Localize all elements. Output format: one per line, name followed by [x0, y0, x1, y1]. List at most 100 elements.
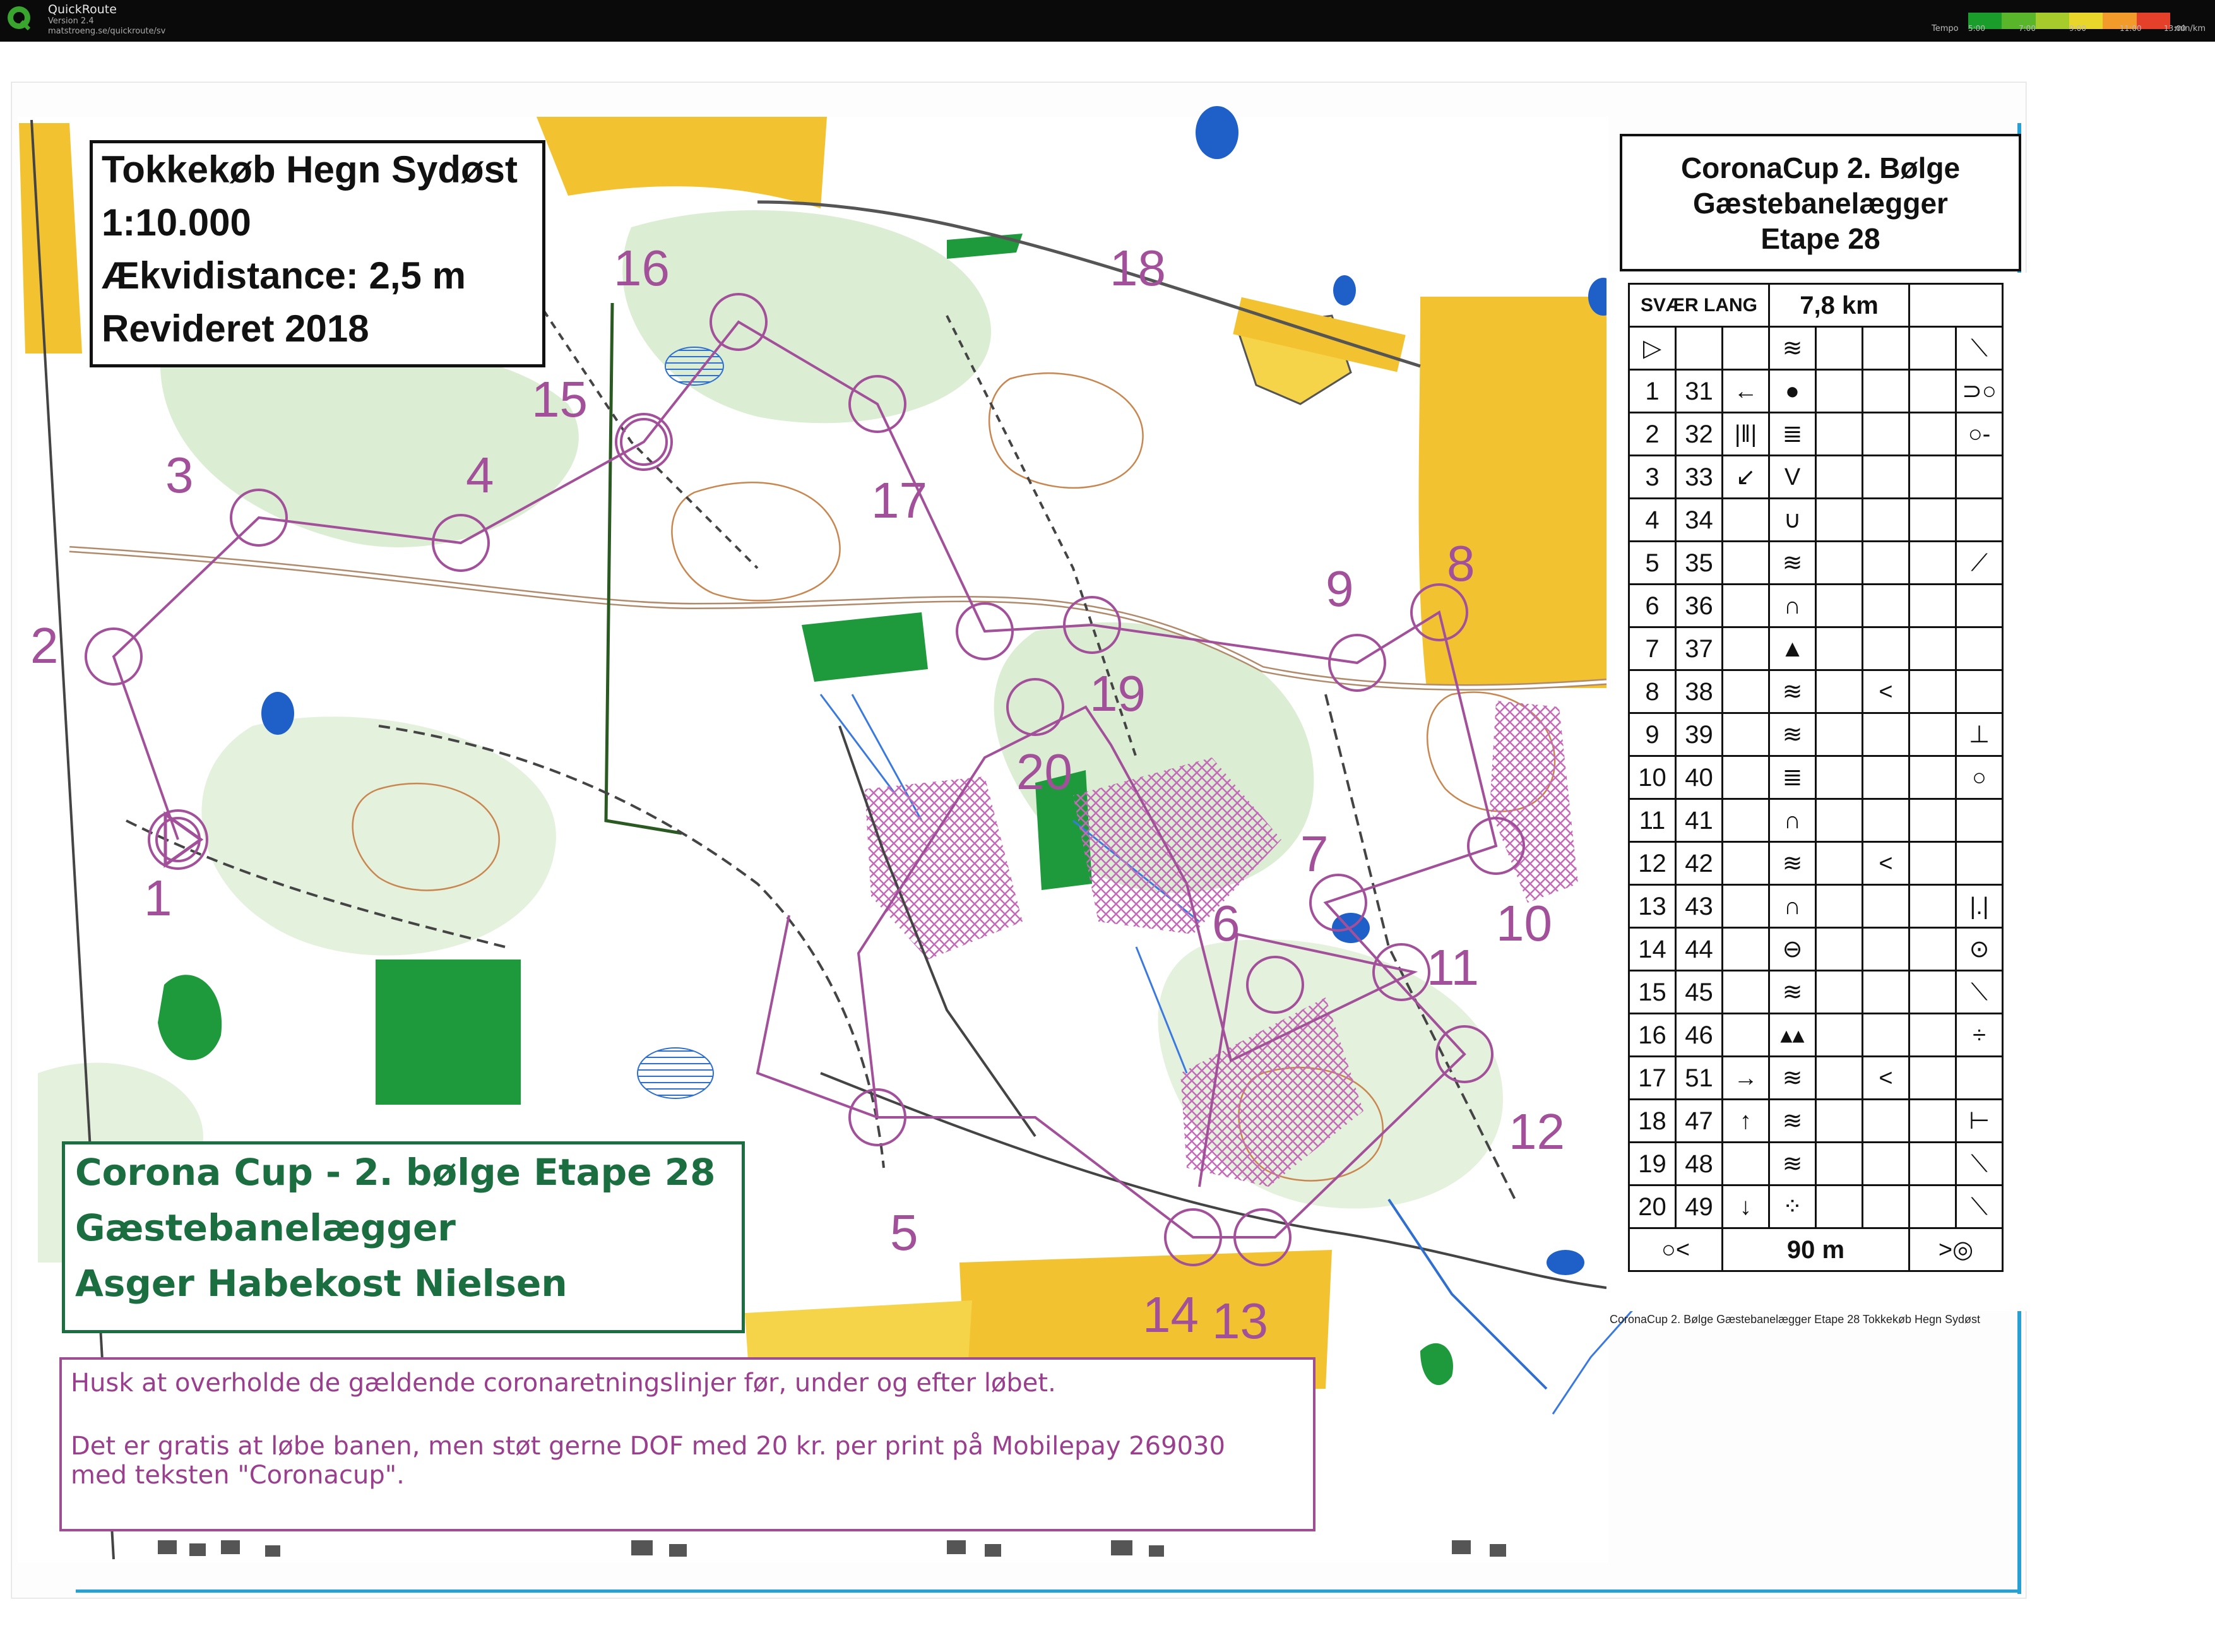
description-cell-c: [1721, 540, 1770, 585]
description-cell-c: [1721, 927, 1770, 972]
notice-line: Husk at overholde de gældende coronaretn…: [71, 1369, 1056, 1398]
description-cell-h: [1955, 1055, 2004, 1100]
description-cell-e: [1815, 755, 1863, 800]
description-cell-e: [1815, 841, 1863, 886]
description-cell-g: [1908, 1184, 1957, 1229]
description-cell-h: [1955, 583, 2004, 628]
description-cell-h: [1955, 798, 2004, 843]
empty-cell: [1908, 326, 1957, 371]
notice-line: [62, 1398, 1313, 1432]
control-number: 13: [1212, 1293, 1268, 1349]
description-cell-seq: 20: [1628, 1184, 1677, 1229]
control-description-row: 19 48 ≋ ⟍: [1628, 1141, 2004, 1186]
description-cell-h: ○-: [1955, 412, 2004, 456]
description-cell-d: ≋: [1768, 669, 1817, 714]
description-cell-e: [1815, 540, 1863, 585]
control-description-row: 18 47 ↑ ≋ ⊢: [1628, 1098, 2004, 1143]
control-description-row: 2 32 |‖| ≣ ○-: [1628, 412, 2004, 456]
description-cell-seq: 11: [1628, 798, 1677, 843]
description-cell-g: [1908, 1013, 1957, 1057]
description-cell-f: [1862, 712, 1910, 757]
description-cell-seq: 9: [1628, 712, 1677, 757]
control-description-table: SVÆR LANG 7,8 km ▷ ≋ ⟍ 1 31 ← ● ⊃○ 2 32 |‖| ≣ ○- 3…: [1628, 283, 2004, 1272]
description-cell-h: ⟍: [1955, 1141, 2004, 1186]
course-header-line: Etape 28: [1761, 222, 1880, 255]
description-cell-g: [1908, 755, 1957, 800]
map-scale: 1:10.000: [102, 201, 251, 244]
control-description-row: 20 49 ↓ ⁘ ⟍: [1628, 1184, 2004, 1229]
description-cell-f: [1862, 412, 1910, 456]
description-cell-seq: 3: [1628, 455, 1677, 499]
description-cell-f: <: [1862, 841, 1910, 886]
control-description-row: 9 39 ≋ ⊥: [1628, 712, 2004, 757]
description-cell-h: ⊃○: [1955, 369, 2004, 413]
description-cell-e: [1815, 1013, 1863, 1057]
description-cell-c: [1721, 1013, 1770, 1057]
description-cell-e: [1815, 412, 1863, 456]
description-cell-d: ≋: [1768, 1141, 1817, 1186]
description-cell-seq: 2: [1628, 412, 1677, 456]
control-number: 14: [1143, 1287, 1199, 1343]
empty-cell: [1675, 326, 1723, 371]
control-description-row: 4 34 ∪: [1628, 497, 2004, 542]
empty-cell: [1815, 326, 1863, 371]
description-cell-c: [1721, 712, 1770, 757]
control-number: 17: [871, 472, 927, 528]
description-cell-c: ↙: [1721, 455, 1770, 499]
description-cell-c: [1721, 1141, 1770, 1186]
start-triangle-icon: ▷: [1628, 326, 1677, 371]
description-cell-seq: 18: [1628, 1098, 1677, 1143]
description-cell-c: [1721, 884, 1770, 929]
description-cell-c: [1721, 497, 1770, 542]
description-cell-d: ≋: [1768, 540, 1817, 585]
control-description-row: 3 33 ↙ V: [1628, 455, 2004, 499]
control-number: 1: [144, 870, 172, 926]
control-description-row: 17 51 → ≋ <: [1628, 1055, 2004, 1100]
control-description-row: 15 45 ≋ ⟍: [1628, 970, 2004, 1014]
description-cell-f: [1862, 755, 1910, 800]
description-cell-code: 49: [1675, 1184, 1723, 1229]
description-cell-h: ○: [1955, 755, 2004, 800]
description-cell-seq: 15: [1628, 970, 1677, 1014]
finish-funnel-icon: ○<: [1628, 1227, 1723, 1272]
notice-line: med teksten "Coronacup".: [71, 1461, 405, 1490]
control-number: 4: [466, 447, 494, 503]
description-cell-f: [1862, 455, 1910, 499]
description-cell-e: [1815, 1098, 1863, 1143]
description-cell-e: [1815, 1141, 1863, 1186]
map-revision: Revideret 2018: [102, 307, 369, 350]
description-cell-d: ⊖: [1768, 927, 1817, 972]
map-title-box: Tokkekøb Hegn Sydøst 1:10.000 Ækvidistan…: [90, 140, 545, 367]
description-cell-seq: 17: [1628, 1055, 1677, 1100]
description-cell-c: [1721, 669, 1770, 714]
description-cell-c: ↓: [1721, 1184, 1770, 1229]
description-cell-code: 39: [1675, 712, 1723, 757]
description-cell-g: [1908, 497, 1957, 542]
description-cell-g: [1908, 540, 1957, 585]
description-cell-g: [1908, 455, 1957, 499]
description-cell-code: 51: [1675, 1055, 1723, 1100]
description-cell-f: [1862, 798, 1910, 843]
description-cell-e: [1815, 1055, 1863, 1100]
description-cell-g: [1908, 626, 1957, 671]
description-cell-g: [1908, 1055, 1957, 1100]
description-cell-f: <: [1862, 1055, 1910, 1100]
description-cell-c: [1721, 798, 1770, 843]
description-cell-d: ∩: [1768, 798, 1817, 843]
header-empty: [1908, 283, 2004, 328]
description-cell-code: 37: [1675, 626, 1723, 671]
description-cell-e: [1815, 626, 1863, 671]
notice-line: Det er gratis at løbe banen, men støt ge…: [71, 1432, 1225, 1461]
description-cell-g: [1908, 369, 1957, 413]
description-cell-c: [1721, 626, 1770, 671]
control-number: 9: [1326, 561, 1354, 617]
description-cell-seq: 13: [1628, 884, 1677, 929]
description-cell-g: [1908, 798, 1957, 843]
description-header-row: SVÆR LANG 7,8 km: [1628, 283, 2004, 328]
description-cell-h: ⊥: [1955, 712, 2004, 757]
description-cell-g: [1908, 583, 1957, 628]
description-cell-d: ∩: [1768, 884, 1817, 929]
control-description-row: 1 31 ← ● ⊃○: [1628, 369, 2004, 413]
description-cell-code: 40: [1675, 755, 1723, 800]
control-number: 5: [890, 1204, 918, 1261]
